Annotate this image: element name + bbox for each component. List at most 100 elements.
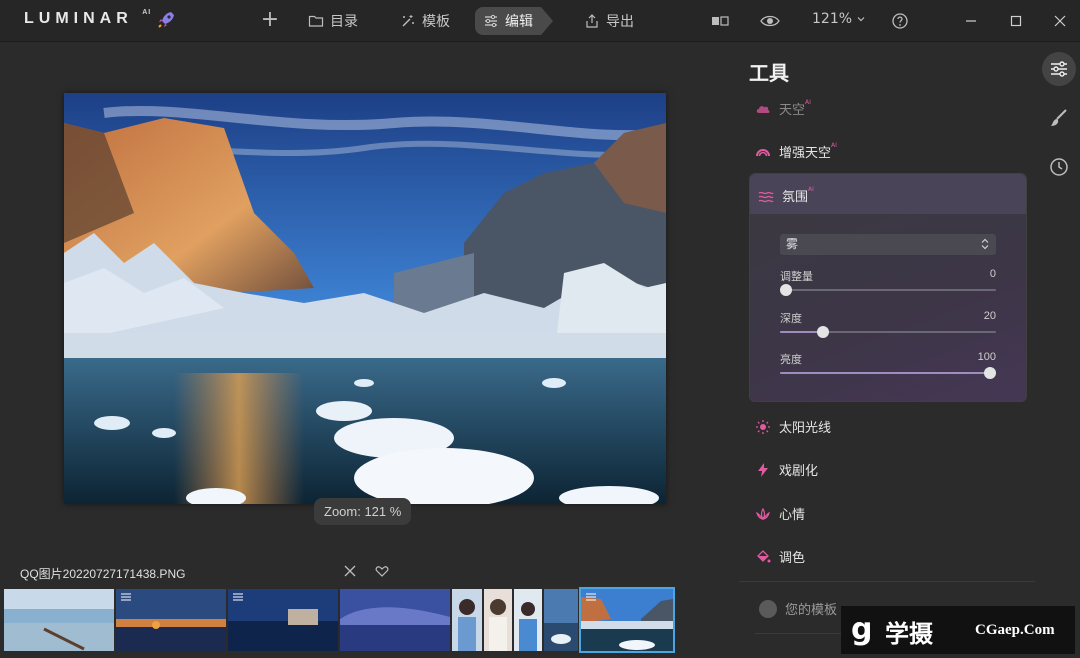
edit-button[interactable]: 编辑 <box>475 7 553 35</box>
template-icon <box>759 599 777 618</box>
watermark-logo: g 学摄 CGaep.Com <box>841 606 1075 654</box>
thumbnail[interactable] <box>514 589 542 651</box>
tools-panel: 工具 天空AI 增强天空AI 氛围AI 雾 调整量 0 深度 20 亮度 100… <box>737 43 1037 658</box>
help-icon[interactable] <box>890 11 910 31</box>
export-button[interactable]: 导出 <box>576 7 642 35</box>
tool-atmosphere-label: 氛围 <box>782 190 809 205</box>
zoom-indicator: Zoom: 121 % <box>314 498 412 525</box>
tools-tab[interactable] <box>1042 52 1076 86</box>
zoom-value: 121% <box>812 11 853 27</box>
atmosphere-type-select[interactable]: 雾 <box>780 234 996 255</box>
adjusted-icon <box>233 593 243 601</box>
filmstrip-header: QQ图片20220727171438.PNG <box>0 558 736 586</box>
brush-tab[interactable] <box>1042 101 1076 135</box>
atmosphere-type-value: 雾 <box>786 237 799 251</box>
ai-badge: AI <box>805 99 811 106</box>
slider-knob[interactable] <box>780 284 792 296</box>
ai-badge: AI <box>808 186 814 193</box>
history-tab[interactable] <box>1042 150 1076 184</box>
edited-photo[interactable] <box>64 93 666 504</box>
clock-icon <box>1050 158 1068 176</box>
thumbnail[interactable] <box>4 589 114 651</box>
thumbnail[interactable] <box>452 589 482 651</box>
thumbnail[interactable] <box>116 589 226 651</box>
tool-dramatic-label: 戏剧化 <box>779 464 819 479</box>
waves-icon <box>758 191 774 202</box>
tool-toning[interactable]: 调色 <box>755 547 805 566</box>
tool-sky[interactable]: 天空AI <box>755 99 811 118</box>
slider-value: 100 <box>977 351 996 363</box>
maximize-icon[interactable] <box>1007 12 1025 30</box>
tool-sky-enhancer-label: 增强天空 <box>779 146 832 161</box>
watermark-url: CGaep.Com <box>975 622 1055 638</box>
lotus-icon <box>756 507 770 520</box>
watermark-cn: 学摄 <box>885 620 933 648</box>
tool-sky-enhancer[interactable]: 增强天空AI <box>755 142 837 161</box>
lightning-icon <box>758 462 768 477</box>
slider-brightness[interactable]: 亮度 100 <box>780 351 996 385</box>
slider-fill <box>780 372 996 374</box>
ai-badge: AI <box>831 142 837 149</box>
compare-icon[interactable] <box>710 11 730 31</box>
zoom-dropdown[interactable]: 121% <box>812 11 866 27</box>
filmstrip <box>0 586 736 658</box>
your-templates-label: 您的模板 <box>785 603 838 618</box>
slider-label: 调整量 <box>780 270 813 283</box>
slider-track[interactable] <box>780 289 996 291</box>
chevron-updown-icon <box>981 238 989 250</box>
close-icon[interactable] <box>1051 12 1069 30</box>
thumbnail-selected[interactable] <box>579 587 675 653</box>
paint-bucket-icon <box>757 549 771 562</box>
folder-icon <box>308 15 324 27</box>
adjusted-icon <box>586 593 596 601</box>
photo-canvas[interactable]: Zoom: 121 % <box>0 43 736 558</box>
slider-knob[interactable] <box>984 367 996 379</box>
eye-icon[interactable] <box>760 11 780 31</box>
catalog-label: 目录 <box>330 14 358 30</box>
sliders-icon <box>1051 61 1067 77</box>
tool-mood-label: 心情 <box>779 508 806 523</box>
rainbow-icon <box>756 148 770 156</box>
tool-sky-label: 天空 <box>779 103 806 118</box>
sun-icon <box>756 419 770 434</box>
sliders-icon <box>485 14 497 28</box>
adjusted-icon <box>121 593 131 601</box>
tool-mood[interactable]: 心情 <box>755 504 805 523</box>
panel-title: 工具 <box>749 61 789 85</box>
atmosphere-header[interactable]: 氛围AI <box>750 174 1026 214</box>
reject-x-icon[interactable] <box>342 563 358 579</box>
file-name: QQ图片20220727171438.PNG <box>20 567 186 581</box>
tool-toning-label: 调色 <box>779 551 806 566</box>
heart-icon[interactable] <box>374 563 390 579</box>
thumbnail[interactable] <box>544 589 578 651</box>
add-photos-button[interactable]: + <box>260 9 280 31</box>
export-label: 导出 <box>606 14 634 30</box>
slider-amount[interactable]: 调整量 0 <box>780 268 996 302</box>
export-icon <box>586 14 598 28</box>
top-toolbar: LUMINAR AI + 目录 模板 编辑 导出 121% <box>0 0 1080 42</box>
tool-sunrays-label: 太阳光线 <box>779 421 832 436</box>
app-logo: LUMINAR AI <box>24 9 152 27</box>
rocket-icon[interactable] <box>156 10 176 30</box>
slider-depth[interactable]: 深度 20 <box>780 310 996 344</box>
slider-knob[interactable] <box>817 326 830 338</box>
sparkle-wand-icon <box>402 15 414 27</box>
slider-value: 20 <box>983 310 996 322</box>
templates-label: 模板 <box>422 14 450 30</box>
edit-label: 编辑 <box>505 14 533 30</box>
watermark-mark: g <box>851 612 873 647</box>
catalog-button[interactable]: 目录 <box>300 7 366 35</box>
divider <box>739 581 1035 582</box>
atmosphere-panel: 氛围AI 雾 调整量 0 深度 20 亮度 100 <box>749 173 1027 402</box>
thumbnail[interactable] <box>340 589 450 651</box>
thumbnail[interactable] <box>228 589 338 651</box>
tool-sunrays[interactable]: 太阳光线 <box>755 417 831 436</box>
tool-dramatic[interactable]: 戏剧化 <box>755 460 818 479</box>
slider-label: 亮度 <box>780 353 802 366</box>
thumbnail[interactable] <box>484 589 512 651</box>
tool-atmosphere[interactable]: 氛围AI <box>758 186 814 205</box>
templates-button[interactable]: 模板 <box>392 7 458 35</box>
minimize-icon[interactable] <box>962 12 980 30</box>
your-templates[interactable]: 您的模板 <box>759 599 837 618</box>
cloud-icon <box>756 105 770 113</box>
